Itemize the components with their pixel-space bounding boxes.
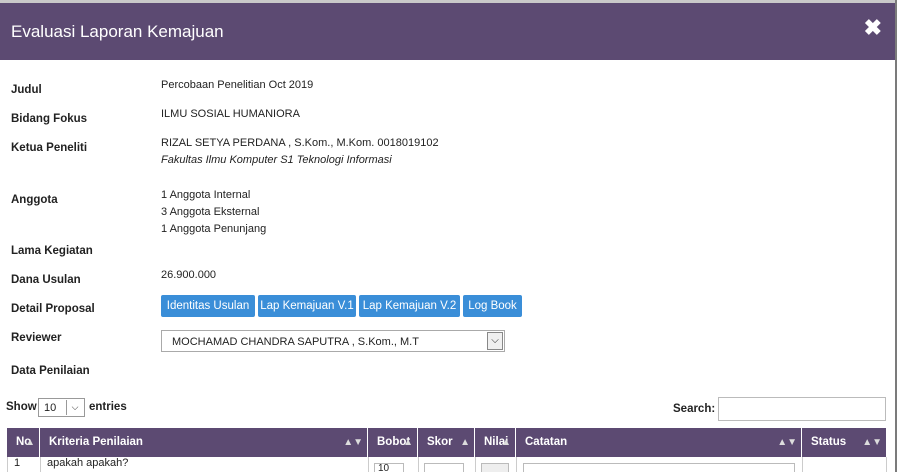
anggota-internal: 1 Anggota Internal — [161, 189, 251, 201]
ketua-peneliti-affiliation: Fakultas Ilmu Komputer S1 Teknologi Info… — [161, 154, 392, 166]
show-label: Show — [6, 401, 37, 413]
th-kriteria-label: Kriteria Penilaian — [49, 436, 143, 448]
judul-value: Percobaan Penelitian Oct 2019 — [161, 79, 314, 91]
th-kriteria[interactable]: Kriteria Penilaian ▲▼ — [40, 428, 368, 457]
anggota-eksternal: 3 Anggota Eksternal — [161, 206, 260, 218]
th-status-label: Status — [811, 436, 847, 448]
reviewer-selected: MOCHAMAD CHANDRA SAPUTRA , S.Kom., M.T — [172, 336, 419, 348]
cell-skor — [419, 457, 476, 472]
bidang-fokus-value: ILMU SOSIAL HUMANIORA — [161, 108, 300, 120]
lap-kemajuan-v2-button[interactable]: Lap Kemajuan V.2 — [359, 295, 460, 317]
judul-label: Judul — [11, 84, 42, 96]
dana-usulan-value: 26.900.000 — [161, 269, 217, 281]
sort-icon[interactable]: ▲▼ — [777, 428, 797, 457]
entries-length-select[interactable]: 10 ⌵ — [38, 398, 85, 417]
nilai-input — [481, 463, 509, 472]
cell-bobot: 10 — [369, 457, 419, 472]
log-book-button[interactable]: Log Book — [463, 295, 522, 317]
ketua-peneliti-label: Ketua Peneliti — [11, 142, 88, 154]
lama-kegiatan-label: Lama Kegiatan — [11, 245, 93, 257]
catatan-input[interactable] — [523, 463, 795, 472]
th-no[interactable]: No ▲ — [7, 428, 40, 457]
cell-nilai — [476, 457, 517, 472]
table-header: No ▲ Kriteria Penilaian ▲▼ Bobot ▲ Skor ▲ Ni… — [7, 428, 886, 457]
sort-icon[interactable]: ▲▼ — [343, 428, 363, 457]
chevron-down-icon[interactable]: ⌵ — [487, 332, 503, 350]
cell-kriteria: apakah apakah? — [41, 457, 369, 472]
anggota-label: Anggota — [11, 194, 58, 206]
sort-icon[interactable]: ▲ — [501, 428, 511, 457]
th-bobot[interactable]: Bobot ▲ — [368, 428, 418, 457]
cell-no: 1 — [8, 457, 41, 472]
identitas-usulan-button[interactable]: Identitas Usulan — [161, 295, 255, 317]
anggota-penunjang: 1 Anggota Penunjang — [161, 223, 267, 235]
ketua-peneliti-name: RIZAL SETYA PERDANA , S.Kom., M.Kom. 001… — [161, 137, 439, 149]
detail-proposal-label: Detail Proposal — [11, 303, 95, 315]
entries-label: entries — [89, 401, 127, 413]
modal-title: Evaluasi Laporan Kemajuan — [11, 22, 224, 41]
th-catatan[interactable]: Catatan ▲▼ — [516, 428, 802, 457]
reviewer-select[interactable]: MOCHAMAD CHANDRA SAPUTRA , S.Kom., M.T ⌵ — [161, 330, 505, 352]
th-skor[interactable]: Skor ▲ — [418, 428, 475, 457]
th-skor-label: Skor — [427, 436, 453, 448]
sort-icon[interactable]: ▲ — [25, 428, 35, 457]
reviewer-label: Reviewer — [11, 332, 62, 344]
entries-length-value: 10 — [44, 402, 57, 414]
table-row: 1 apakah apakah? 10 — [7, 457, 887, 472]
th-nilai[interactable]: Nilai ▲ — [475, 428, 516, 457]
cell-catatan — [517, 457, 803, 472]
sort-icon[interactable]: ▲ — [403, 428, 413, 457]
lap-kemajuan-v1-button[interactable]: Lap Kemajuan V.1 — [258, 295, 356, 317]
chevron-down-icon[interactable]: ⌵ — [66, 400, 83, 415]
skor-select[interactable] — [424, 463, 464, 472]
search-label: Search: — [673, 403, 716, 415]
sort-icon[interactable]: ▲▼ — [862, 428, 882, 457]
cell-status — [803, 457, 887, 472]
search-input[interactable] — [718, 397, 886, 421]
th-status[interactable]: Status ▲▼ — [802, 428, 886, 457]
th-catatan-label: Catatan — [525, 436, 568, 448]
sort-icon[interactable]: ▲ — [460, 428, 470, 457]
close-icon[interactable]: ✖ — [864, 17, 882, 39]
data-penilaian-label: Data Penilaian — [11, 365, 90, 377]
bidang-fokus-label: Bidang Fokus — [11, 113, 88, 125]
dana-usulan-label: Dana Usulan — [11, 274, 81, 286]
modal-header: Evaluasi Laporan Kemajuan ✖ — [0, 3, 895, 60]
bobot-input[interactable]: 10 — [374, 463, 404, 472]
